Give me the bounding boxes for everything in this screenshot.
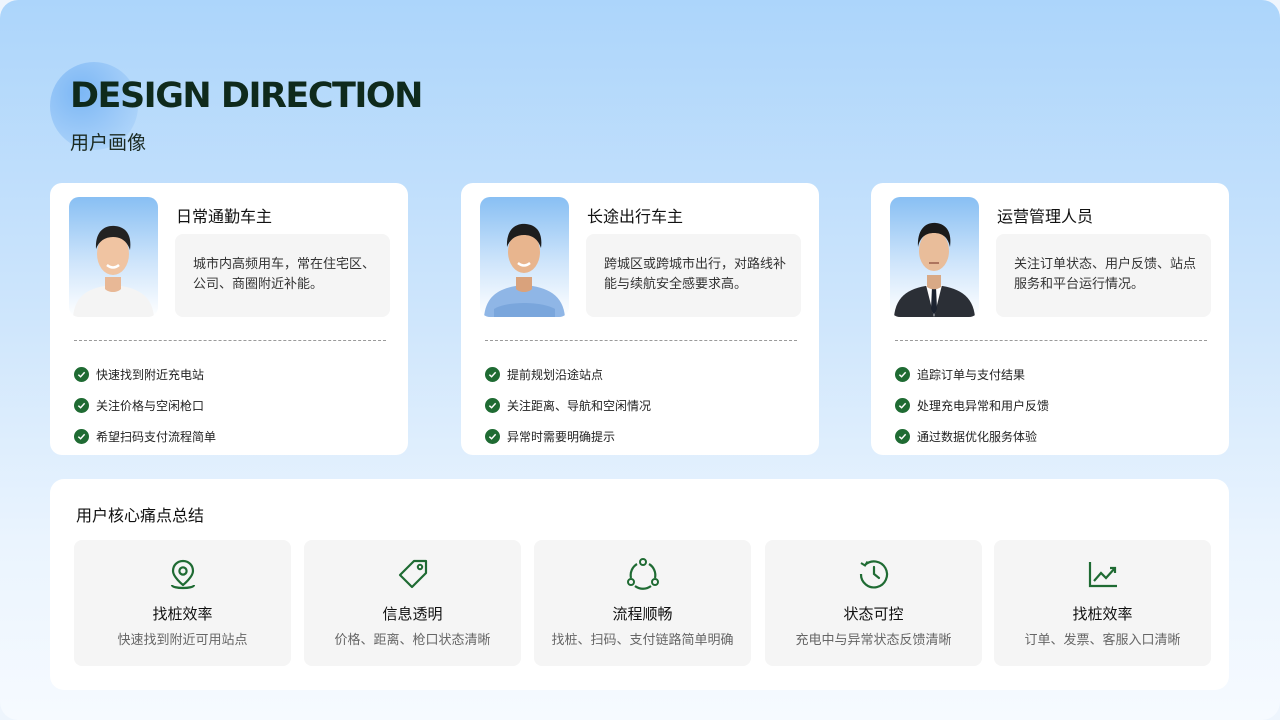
persona-card-operator: 运营管理人员 关注订单状态、用户反馈、站点服务和平台运行情况。 追踪订单与支付结… (871, 183, 1229, 455)
location-pin-icon (170, 559, 195, 590)
pain-point-card: 找桩效率 订单、发票、客服入口清晰 (994, 540, 1211, 666)
pain-point-desc: 找桩、扫码、支付链路简单明确 (551, 633, 734, 648)
need-item: 追踪订单与支付结果 (895, 359, 1049, 390)
persona-name: 日常通勤车主 (176, 207, 273, 226)
check-icon (895, 429, 910, 444)
need-item: 关注距离、导航和空闲情况 (485, 390, 651, 421)
need-item: 异常时需要明确提示 (485, 421, 651, 452)
need-text: 异常时需要明确提示 (507, 430, 616, 444)
need-item: 希望扫码支付流程简单 (74, 421, 216, 452)
pain-point-name: 信息透明 (382, 605, 443, 623)
check-icon (485, 429, 500, 444)
dashed-divider (485, 340, 797, 341)
cycle-flow-icon (626, 558, 659, 590)
avatar-long-distance (480, 197, 569, 317)
need-item: 提前规划沿途站点 (485, 359, 651, 390)
need-item: 关注价格与空闲枪口 (74, 390, 216, 421)
pain-point-name: 找桩效率 (1072, 605, 1133, 623)
need-text: 关注价格与空闲枪口 (96, 399, 205, 413)
need-text: 通过数据优化服务体验 (917, 430, 1038, 444)
check-icon (485, 367, 500, 382)
persona-name: 运营管理人员 (997, 207, 1094, 226)
clock-history-icon (859, 560, 888, 589)
persona-card-commuter: 日常通勤车主 城市内高频用车，常在住宅区、公司、商圈附近补能。 快速找到附近充电… (50, 183, 408, 455)
needs-list: 快速找到附近充电站 关注价格与空闲枪口 希望扫码支付流程简单 (74, 359, 216, 452)
dashed-divider (74, 340, 386, 341)
pain-point-card: 找桩效率 快速找到附近可用站点 (74, 540, 291, 666)
pain-points-summary: 用户核心痛点总结 找桩效率 快速找到附近可用站点 信息透明 价格、距离、枪口状态… (50, 479, 1229, 690)
needs-list: 追踪订单与支付结果 处理充电异常和用户反馈 通过数据优化服务体验 (895, 359, 1049, 452)
pain-point-card: 信息透明 价格、距离、枪口状态清晰 (304, 540, 521, 666)
persona-description: 城市内高频用车，常在住宅区、公司、商圈附近补能。 (175, 234, 390, 317)
pain-point-desc: 订单、发票、客服入口清晰 (1024, 633, 1181, 648)
need-item: 处理充电异常和用户反馈 (895, 390, 1049, 421)
price-tag-icon (398, 559, 427, 589)
persona-description: 关注订单状态、用户反馈、站点服务和平台运行情况。 (996, 234, 1211, 317)
need-item: 通过数据优化服务体验 (895, 421, 1049, 452)
need-text: 关注距离、导航和空闲情况 (507, 399, 652, 413)
pain-point-desc: 快速找到附近可用站点 (117, 633, 248, 648)
need-text: 追踪订单与支付结果 (917, 368, 1026, 382)
check-icon (74, 429, 89, 444)
needs-list: 提前规划沿途站点 关注距离、导航和空闲情况 异常时需要明确提示 (485, 359, 651, 452)
need-text: 处理充电异常和用户反馈 (917, 399, 1050, 413)
trend-chart-icon (1088, 562, 1117, 588)
avatar-commuter (69, 197, 158, 317)
persona-description: 跨城区或跨城市出行，对路线补能与续航安全感要求高。 (586, 234, 801, 317)
need-item: 快速找到附近充电站 (74, 359, 216, 390)
persona-name: 长途出行车主 (587, 207, 684, 226)
need-text: 提前规划沿途站点 (507, 368, 604, 382)
need-text: 快速找到附近充电站 (96, 368, 205, 382)
pain-point-desc: 充电中与异常状态反馈清晰 (795, 633, 952, 648)
persona-card-long-distance: 长途出行车主 跨城区或跨城市出行，对路线补能与续航安全感要求高。 提前规划沿途站… (461, 183, 819, 455)
page-title: DESIGN DIRECTION (70, 76, 423, 116)
pain-point-name: 状态可控 (843, 605, 904, 623)
check-icon (74, 367, 89, 382)
pain-point-card: 状态可控 充电中与异常状态反馈清晰 (765, 540, 982, 666)
page-subtitle: 用户画像 (70, 132, 147, 154)
check-icon (485, 398, 500, 413)
pain-point-name: 流程顺畅 (612, 605, 673, 623)
dashed-divider (895, 340, 1207, 341)
pain-point-card: 流程顺畅 找桩、扫码、支付链路简单明确 (534, 540, 751, 666)
slide-canvas: DESIGN DIRECTION 用户画像 日常通勤车主 城市内高频用车，常在住… (0, 0, 1280, 720)
pain-point-desc: 价格、距离、枪口状态清晰 (334, 633, 491, 648)
check-icon (895, 367, 910, 382)
need-text: 希望扫码支付流程简单 (96, 430, 217, 444)
check-icon (74, 398, 89, 413)
pain-point-name: 找桩效率 (152, 605, 213, 623)
summary-title: 用户核心痛点总结 (76, 506, 205, 525)
avatar-operator (890, 197, 979, 317)
check-icon (895, 398, 910, 413)
